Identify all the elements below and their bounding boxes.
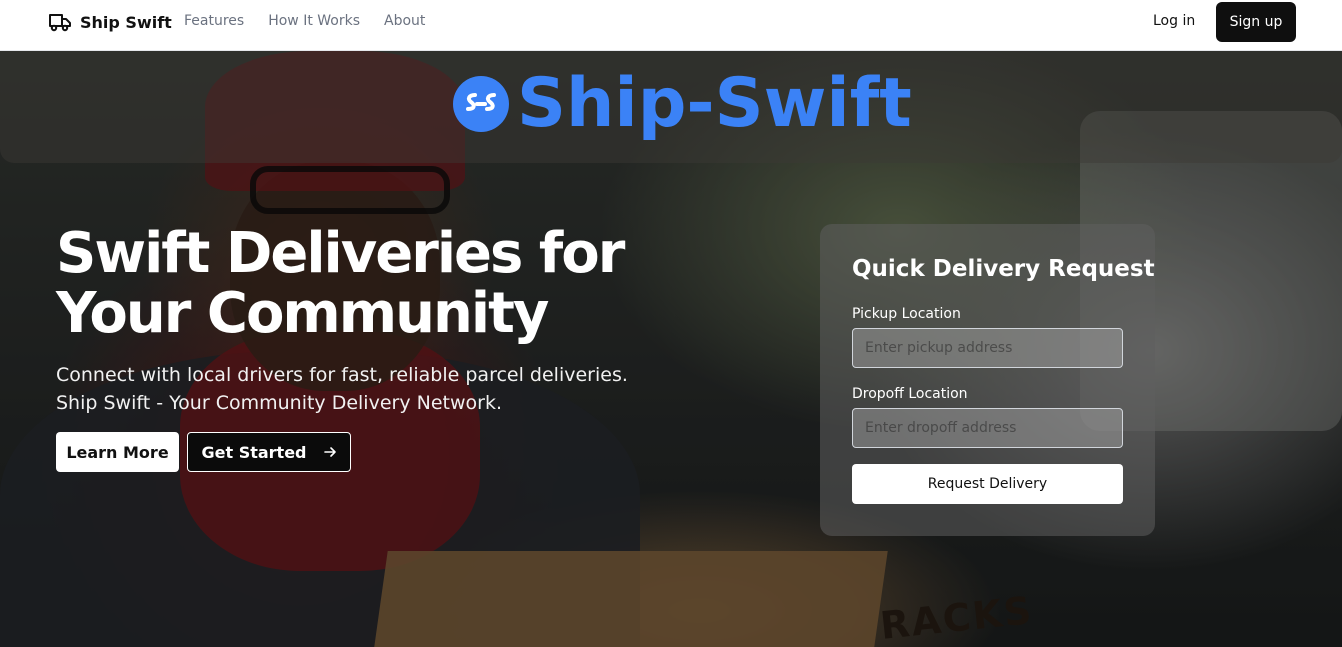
truck-icon — [49, 14, 71, 32]
nav-link-about[interactable]: About — [384, 13, 425, 29]
site-header: Ship Swift Features How It Works About L… — [0, 0, 1342, 51]
pickup-input[interactable] — [852, 328, 1123, 368]
hero-subtitle: Connect with local drivers for fast, rel… — [56, 361, 676, 417]
request-delivery-button[interactable]: Request Delivery — [852, 464, 1123, 504]
signup-button[interactable]: Sign up — [1216, 2, 1296, 42]
learn-more-button[interactable]: Learn More — [56, 432, 179, 472]
hero-subtitle-line-2: Ship Swift - Your Community Delivery Net… — [56, 392, 502, 414]
arrow-right-icon — [323, 447, 336, 457]
card-title: Quick Delivery Request — [852, 256, 1155, 282]
hero-headline: Swift Deliveries for Your Community — [56, 221, 625, 346]
main-nav: Features How It Works About — [184, 13, 425, 29]
hero-subtitle-line-1: Connect with local drivers for fast, rel… — [56, 364, 628, 386]
brand[interactable]: Ship Swift — [48, 11, 172, 33]
ship-swift-logo-icon — [453, 76, 509, 132]
brand-name: Ship Swift — [80, 12, 172, 32]
login-link[interactable]: Log in — [1153, 13, 1195, 29]
quick-delivery-card: Quick Delivery Request Pickup Location D… — [820, 224, 1155, 536]
nav-link-features[interactable]: Features — [184, 13, 244, 29]
logo-wordmark: Ship-Swift — [517, 64, 912, 143]
get-started-button[interactable]: Get Started — [187, 432, 351, 472]
dropoff-label: Dropoff Location — [852, 386, 968, 402]
ship-swift-logo: Ship-Swift — [453, 70, 912, 138]
nav-link-how-it-works[interactable]: How It Works — [268, 13, 360, 29]
dropoff-input[interactable] — [852, 408, 1123, 448]
pickup-label: Pickup Location — [852, 306, 961, 322]
get-started-label: Get Started — [201, 442, 307, 462]
